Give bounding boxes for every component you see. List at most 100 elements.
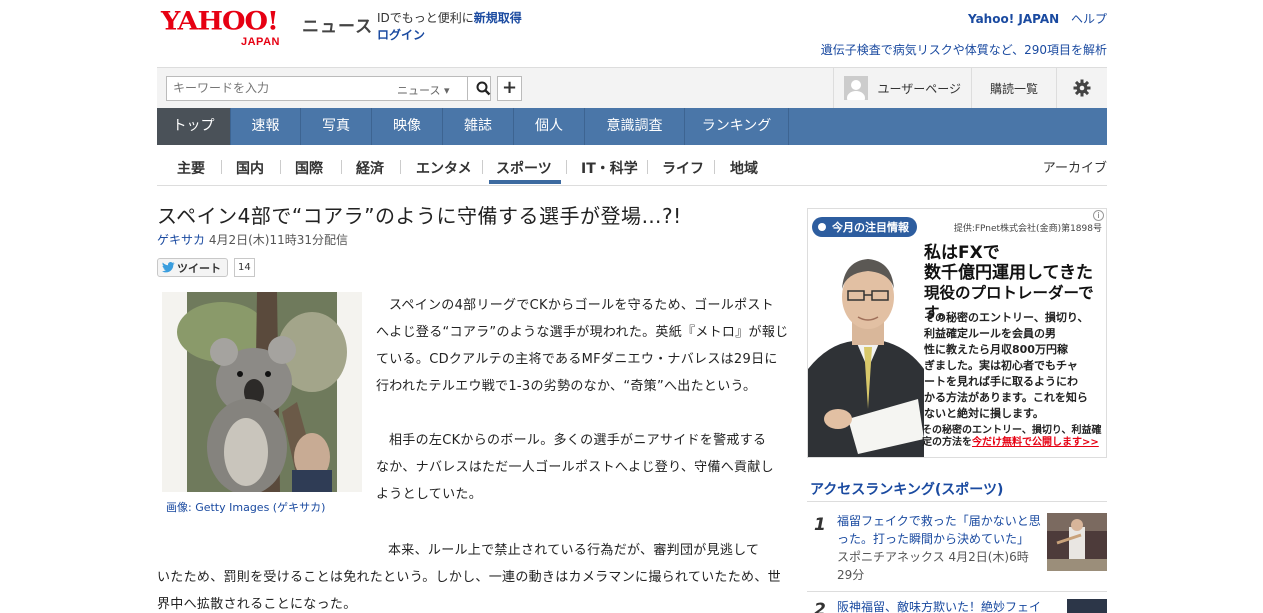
divider [807, 591, 1107, 592]
article-photo-koala[interactable] [162, 292, 362, 492]
login-link[interactable]: ログイン [377, 28, 425, 42]
koala-image [162, 292, 362, 492]
twitter-bird-icon [162, 262, 175, 273]
paragraph-line: ている。CDクアルテの主将であるMFダニエウ・ナバレスは29日に [376, 352, 778, 367]
paragraph-line: 本来、ルール上で禁止されている行為だが、審判団が見逃して [388, 543, 760, 558]
search-input[interactable] [173, 81, 383, 95]
paragraph-line: 相手の左CKからのボール。多くの選手がニアサイドを警戒する [389, 433, 767, 448]
ad-body-line: ぎました。実は初心者でもチャ [924, 359, 1078, 372]
add-button[interactable]: + [497, 76, 522, 101]
divider [341, 160, 342, 174]
avatar [844, 76, 869, 100]
tweet-count: 14 [234, 258, 255, 277]
article-paragraph-2: 相手の左CKからのボール。多くの選手がニアサイドを警戒する なか、ナバレスはただ… [376, 427, 774, 508]
yahoo-japan-link[interactable]: Yahoo! JAPAN [968, 12, 1059, 26]
divider [807, 501, 1107, 502]
user-page-label: ユーザーページ [877, 81, 961, 96]
main-nav-breaking[interactable]: 速報 [231, 108, 301, 145]
main-nav-top[interactable]: トップ [157, 108, 231, 145]
header-ad-link[interactable]: 遺伝子検査で病気リスクや体質など、290項目を解析 [821, 41, 1107, 58]
main-nav-ranking[interactable]: ランキング [685, 108, 789, 145]
paragraph-line: 界中へ拡散されることになった。 [157, 597, 357, 612]
logo-wordmark: YAHOO! [161, 6, 279, 37]
ad-body-line: 性に教えたら月収800万円稼 [924, 343, 1068, 356]
promo-text: IDでもっと便利に [377, 11, 474, 25]
ranking-item-2[interactable]: 阪神福留、敵味方欺いた！絶妙フェイク [837, 598, 1042, 613]
divider [647, 160, 648, 174]
ranking-number: 2 [814, 600, 826, 613]
main-nav-magazines[interactable]: 雑誌 [443, 108, 514, 145]
ranking-title[interactable]: アクセスランキング(スポーツ) [810, 479, 1003, 499]
paragraph-line: いたため、罰則を受けることは免れたという。しかし、一連の動きはカメラマンに撮られ… [157, 570, 781, 585]
ranking-thumbnail-image [1067, 599, 1107, 613]
help-link[interactable]: ヘルプ [1071, 12, 1107, 26]
category-tab-sports[interactable]: スポーツ [496, 158, 552, 178]
yahoo-japan-logo[interactable]: YAHOO! JAPAN [161, 6, 299, 48]
active-tab-indicator [489, 180, 561, 184]
article-paragraph-3: いたため、罰則を受けることは免れたという。しかし、一連の動きはカメラマンに撮られ… [157, 564, 781, 613]
ad-body-line: ートを見れば手に取るようにわ [924, 375, 1078, 388]
signup-link[interactable]: 新規取得 [474, 11, 522, 25]
plus-icon: + [501, 77, 518, 98]
ranking-thumbnail-image [1047, 513, 1107, 571]
category-tab-main[interactable]: 主要 [177, 158, 205, 178]
divider [482, 160, 483, 174]
ad-badge: 今月の注目情報 [812, 217, 917, 237]
ranking-item-title[interactable]: 福留フェイクで救った「届かないと思った。打った瞬間から決めていた」 [837, 514, 1041, 546]
main-nav-videos[interactable]: 映像 [372, 108, 443, 145]
category-tab-world[interactable]: 国際 [295, 158, 323, 178]
chevron-down-icon: ▾ [443, 84, 450, 97]
ad-body-line: その秘密のエントリー、損切り、 [924, 311, 1089, 324]
ad-body-line: ないと絶対に損します。 [924, 407, 1044, 420]
service-name[interactable]: ニュース [302, 12, 373, 37]
main-nav-photos[interactable]: 写真 [301, 108, 372, 145]
logo-japan: JAPAN [241, 36, 280, 48]
category-tab-local[interactable]: 地域 [730, 158, 758, 178]
ad-footer-text: 定の方法を [922, 437, 972, 448]
divider [714, 160, 715, 174]
ad-cta-link[interactable]: 今だけ無料で公開します>> [972, 437, 1099, 448]
divider [400, 160, 401, 174]
ad-footer: その秘密のエントリー、損切り、利益確 定の方法を今だけ無料で公開します>> [922, 425, 1102, 449]
paragraph-line: なか、ナバレスはただ一人ゴールポストへよじ登り、守備へ貢献し [376, 460, 774, 475]
ranking-item-1[interactable]: 福留フェイクで救った「届かないと思った。打った瞬間から決めていた」 スポニチアネ… [837, 512, 1042, 584]
paragraph-line: スペインの4部リーグでCKからゴールを守るため、ゴールポスト [389, 298, 774, 313]
ad-headline-line: 私はFXで [924, 243, 1000, 263]
main-nav-individual[interactable]: 個人 [514, 108, 585, 145]
source-link[interactable]: ゲキサカ [157, 233, 205, 247]
ad-info-icon[interactable]: i [1093, 210, 1104, 221]
publish-date: 4月2日(木)11時31分配信 [208, 233, 349, 247]
photo-caption[interactable]: 画像: Getty Images (ゲキサカ) [166, 499, 325, 515]
ranking-item-source: スポニチアネックス [837, 550, 945, 564]
category-tab-it-science[interactable]: IT・科学 [581, 158, 638, 178]
ranking-thumbnail[interactable] [1067, 599, 1107, 613]
search-box: ニュース ▾ [166, 76, 491, 101]
category-nav: 主要 国内 国際 経済 エンタメ スポーツ IT・科学 ライフ 地域 アーカイブ [157, 150, 1107, 186]
category-tab-domestic[interactable]: 国内 [236, 158, 264, 178]
id-promo: IDでもっと便利に新規取得 ログイン [377, 10, 522, 44]
search-button[interactable] [467, 76, 499, 101]
category-tab-life[interactable]: ライフ [662, 158, 704, 178]
tweet-label: ツイート [177, 261, 221, 275]
settings-button[interactable] [1056, 68, 1107, 108]
tweet-button[interactable]: ツイート [157, 258, 228, 277]
paragraph-line: 行われたテルエウ戦で1-3の劣勢のなか、“奇策”へ出たという。 [376, 379, 757, 394]
ranking-item-title[interactable]: 阪神福留、敵味方欺いた！絶妙フェイク [837, 600, 1041, 613]
sidebar-ad[interactable]: i 今月の注目情報 提供:FPnet株式会社(金商)第1898号 私はFXで 数… [807, 208, 1107, 458]
category-tab-entertainment[interactable]: エンタメ [416, 158, 472, 178]
ranking-thumbnail[interactable] [1047, 513, 1107, 571]
ad-body: その秘密のエントリー、損切り、 利益確定ルールを会員の男 性に教えたら月収800… [924, 310, 1104, 422]
search-scope-dropdown[interactable]: ニュース ▾ [397, 82, 449, 98]
subscriptions-link[interactable]: 購読一覧 [970, 68, 1056, 108]
search-icon [476, 81, 491, 96]
archive-link[interactable]: アーカイブ [1043, 157, 1107, 176]
ad-body-line: 利益確定ルールを会員の男 [924, 327, 1056, 340]
main-nav-survey[interactable]: 意識調査 [585, 108, 685, 145]
paragraph-line: ようとしていた。 [376, 487, 483, 502]
article-paragraph-1: スペインの4部リーグでCKからゴールを守るため、ゴールポスト へよじ登る“コアラ… [376, 292, 788, 400]
user-page-link[interactable]: ユーザーページ [833, 68, 971, 108]
divider [221, 160, 222, 174]
ad-provider: 提供:FPnet株式会社(金商)第1898号 [953, 224, 1102, 234]
main-nav: トップ 速報 写真 映像 雑誌 個人 意識調査 ランキング [157, 108, 1107, 145]
category-tab-economy[interactable]: 経済 [356, 158, 384, 178]
